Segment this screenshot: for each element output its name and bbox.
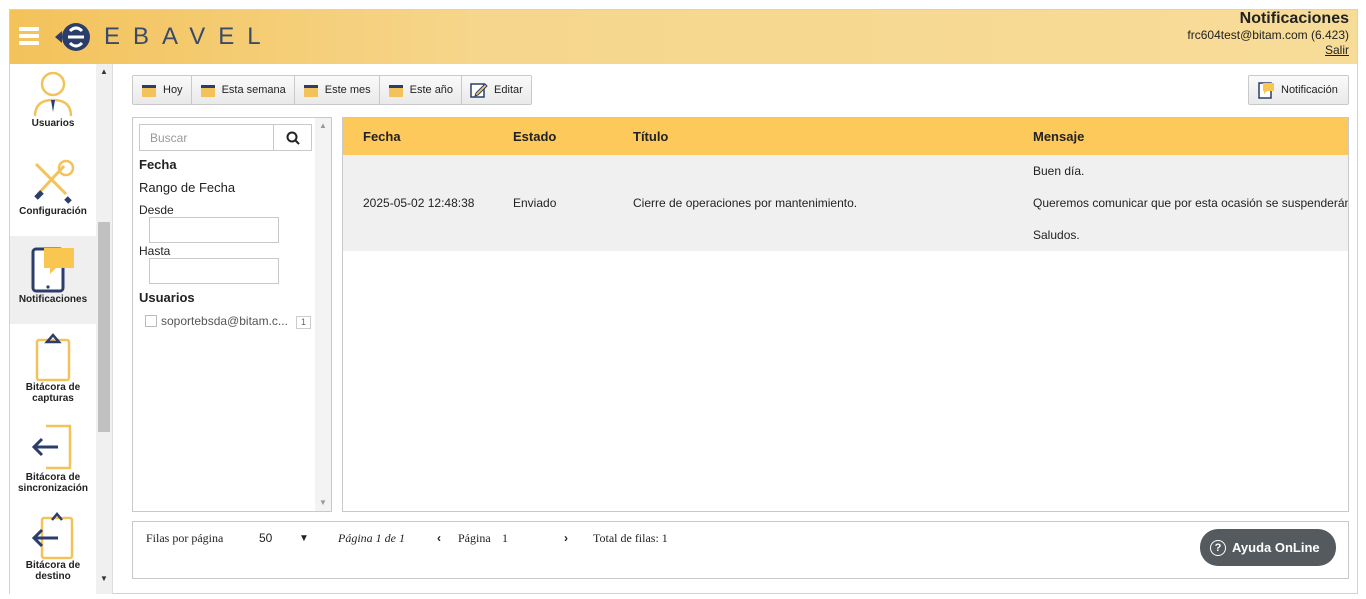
tablet-notification-icon <box>31 247 74 293</box>
hasta-label: Hasta <box>139 244 171 258</box>
este-mes-button[interactable]: Este mes <box>294 76 380 104</box>
help-label: Ayuda OnLine <box>1232 540 1320 555</box>
user-email: frc604test@bitam.com (6.423) <box>1187 28 1349 42</box>
page-of-text: Página 1 de 1 <box>338 531 405 545</box>
usuarios-heading: Usuarios <box>139 290 195 305</box>
sidebar-item-label: Bitácora de capturas <box>25 382 81 404</box>
ebavel-logo: EBAVEL <box>52 17 274 57</box>
sidebar-item-configuracion[interactable]: Configuración <box>10 156 96 240</box>
header-user-block: Notificaciones frc604test@bitam.com (6.4… <box>1187 10 1349 58</box>
cell-titulo: Cierre de operaciones por mantenimiento. <box>633 196 858 210</box>
user-checkbox[interactable] <box>145 315 157 327</box>
scroll-down-icon[interactable]: ▼ <box>100 574 108 583</box>
user-filter-option[interactable]: soportebsda@bitam.c... <box>145 314 288 328</box>
sidebar-item-label: Notificaciones <box>18 294 88 305</box>
sidebar-scrollbar[interactable]: ▲ ▼ <box>96 64 112 594</box>
scroll-up-icon[interactable]: ▲ <box>319 121 327 130</box>
este-anio-button[interactable]: Este año <box>379 76 463 104</box>
sidebar-item-bitacora-capturas[interactable]: Bitácora de capturas <box>10 332 96 416</box>
date-toolbar: Hoy Esta semana Este mes Este año Editar <box>132 75 532 105</box>
rango-fecha-label: Rango de Fecha <box>139 180 236 195</box>
sidebar-item-bitacora-sincronizacion[interactable]: Bitácora de sincronización <box>10 422 96 506</box>
sidebar-item-label: Usuarios <box>31 118 75 129</box>
user-icon <box>33 71 73 117</box>
rows-per-page-select[interactable]: 50 <box>259 531 272 545</box>
calendar-icon <box>200 85 215 97</box>
esta-semana-button[interactable]: Esta semana <box>191 76 295 104</box>
ebavel-logo-mark <box>55 23 90 51</box>
scroll-down-icon[interactable]: ▼ <box>319 498 327 507</box>
sidebar-item-label: Bitácora de destino <box>25 560 81 582</box>
app-frame: EBAVEL Notificaciones frc604test@bitam.c… <box>9 9 1358 594</box>
hoy-label: Hoy <box>163 84 183 96</box>
logout-link[interactable]: Salir <box>1187 43 1349 58</box>
este-anio-label: Este año <box>409 84 454 96</box>
grid-header: Fecha Estado Título Mensaje <box>343 118 1348 155</box>
col-header-fecha[interactable]: Fecha <box>363 129 401 144</box>
sidebar-item-label: Bitácora de sincronización <box>17 472 88 494</box>
col-header-mensaje[interactable]: Mensaje <box>1033 129 1084 144</box>
prev-page-icon[interactable]: ‹ <box>437 531 441 545</box>
edit-icon <box>470 83 488 98</box>
notification-button-label: Notificación <box>1281 84 1338 96</box>
notifications-grid: Fecha Estado Título Mensaje 2025-05-02 1… <box>342 117 1349 512</box>
sidebar-item-usuarios[interactable]: Usuarios <box>10 68 96 152</box>
hasta-input[interactable] <box>149 258 279 284</box>
sidebar-scroll-thumb[interactable] <box>98 222 110 432</box>
editar-label: Editar <box>494 84 523 96</box>
tools-icon <box>34 159 75 204</box>
user-count-badge: 1 <box>296 316 312 329</box>
user-option-label: soportebsda@bitam.c... <box>161 314 288 328</box>
hoy-button[interactable]: Hoy <box>133 76 192 104</box>
este-mes-label: Este mes <box>324 84 371 96</box>
calendar-icon <box>388 85 403 97</box>
search-icon <box>286 131 300 145</box>
help-icon: ? <box>1210 539 1226 556</box>
page-input[interactable]: 1 <box>502 531 508 546</box>
search-box <box>139 124 312 151</box>
cell-mensaje-line-2: Queremos comunicar que por esta ocasión … <box>1033 196 1349 210</box>
cell-estado: Enviado <box>513 196 557 210</box>
table-row[interactable]: 2025-05-02 12:48:38 Enviado Cierre de op… <box>343 155 1349 251</box>
calendar-icon <box>142 85 156 97</box>
clipboard-icon <box>35 333 71 382</box>
calendar-icon <box>303 85 318 97</box>
app-header: EBAVEL Notificaciones frc604test@bitam.c… <box>10 10 1357 64</box>
filter-panel: Fecha Rango de Fecha Desde Hasta Usuario… <box>132 117 332 512</box>
sidebar-item-notificaciones[interactable]: Notificaciones <box>10 236 96 324</box>
logo-text: EBAVEL <box>104 23 274 50</box>
pager: Filas por página 50 ▼ Página 1 de 1 ‹ Pá… <box>132 521 1349 579</box>
cell-mensaje-line-3: Saludos. <box>1033 228 1080 242</box>
help-online-button[interactable]: ? Ayuda OnLine <box>1200 529 1336 566</box>
page-label: Página <box>458 531 491 545</box>
filter-scrollbar[interactable]: ▲ ▼ <box>315 118 331 511</box>
editar-button[interactable]: Editar <box>462 76 531 104</box>
total-rows-text: Total de filas: 1 <box>593 531 668 545</box>
search-button[interactable] <box>273 125 311 150</box>
sidebar-item-label: Configuración <box>19 206 87 217</box>
scroll-up-icon[interactable]: ▲ <box>100 67 108 76</box>
fecha-heading: Fecha <box>139 157 177 172</box>
sidebar-item-bitacora-destino[interactable]: Bitácora de destino <box>10 510 96 594</box>
next-page-icon[interactable]: › <box>564 531 568 545</box>
destination-log-icon <box>31 512 74 560</box>
rows-per-page-label: Filas por página <box>146 531 224 545</box>
cell-mensaje-line-1: Buen día. <box>1033 164 1085 178</box>
menu-icon[interactable] <box>19 27 39 45</box>
chevron-down-icon[interactable]: ▼ <box>299 533 309 544</box>
sync-log-icon <box>31 424 72 470</box>
desde-input[interactable] <box>149 217 279 243</box>
notification-icon <box>1258 82 1274 99</box>
esta-semana-label: Esta semana <box>221 84 286 96</box>
sidebar: Usuarios Configuración Notificaciones Bi… <box>10 64 113 594</box>
cell-fecha: 2025-05-02 12:48:38 <box>363 196 475 210</box>
page-title: Notificaciones <box>1239 10 1349 27</box>
col-header-estado[interactable]: Estado <box>513 129 556 144</box>
col-header-titulo[interactable]: Título <box>633 129 668 144</box>
search-input[interactable] <box>140 125 273 150</box>
desde-label: Desde <box>139 203 174 217</box>
new-notification-button[interactable]: Notificación <box>1248 75 1349 105</box>
